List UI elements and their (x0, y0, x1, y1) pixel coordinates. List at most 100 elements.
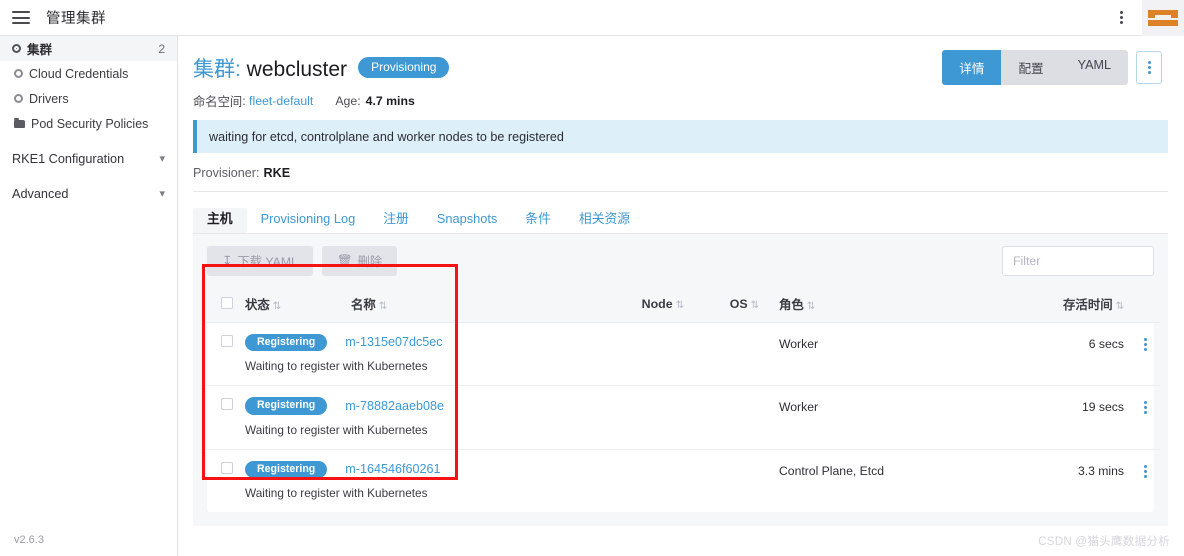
chevron-down-icon: ▾ (159, 153, 165, 165)
column-header-age[interactable]: 存活时间 ⇅ (990, 287, 1130, 323)
row-os-cell (690, 386, 765, 450)
header-kebab-menu-icon[interactable] (1136, 51, 1162, 84)
table-row[interactable]: Registering m-78882aaeb08e Waiting to re… (207, 386, 1160, 450)
search-input[interactable] (1002, 246, 1154, 276)
cluster-header: 集群: webcluster Provisioning 详情 配置 YAML (193, 50, 1162, 85)
table-body: Registering m-1315e07dc5ec Waiting to re… (207, 322, 1160, 512)
column-header-state[interactable]: 状态 ⇅ (239, 287, 345, 323)
circle-icon (14, 94, 23, 103)
column-header-name[interactable]: 名称 ⇅ (345, 287, 565, 323)
select-all-checkbox[interactable] (221, 296, 233, 309)
row-role-cell: Worker (779, 336, 819, 351)
sort-arrows-icon: ⇅ (750, 300, 759, 312)
tab-registration[interactable]: 注册 (369, 208, 423, 233)
sidebar-item-clusters[interactable]: 集群 2 (0, 36, 177, 61)
status-banner-text: waiting for etcd, controlplane and worke… (209, 129, 564, 144)
download-yaml-label: 下载 YAML (237, 255, 298, 269)
row-select-cell (207, 322, 239, 386)
sidebar-group-rke1-configuration[interactable]: RKE1 Configuration ▾ (0, 146, 177, 171)
machine-name-link[interactable]: m-78882aaeb08e (345, 399, 444, 413)
status-badge: Registering (245, 460, 328, 479)
select-all-header (207, 287, 239, 323)
delete-button[interactable]: 🗑 删除 (321, 246, 398, 276)
row-checkbox[interactable] (221, 334, 233, 347)
row-kebab-menu-icon[interactable] (1136, 450, 1154, 478)
column-header-node[interactable]: Node ⇅ (565, 287, 690, 323)
row-role-cell: Worker (779, 400, 819, 415)
row-actions-cell (1130, 386, 1160, 450)
table-header: 状态 ⇅ 名称 ⇅ Node ⇅ OS ⇅ 角色 ⇅ 存活时间 ⇅ (207, 287, 1160, 323)
tab-bar: 主机 Provisioning Log 注册 Snapshots 条件 相关资源 (193, 204, 1168, 234)
row-message: Waiting to register with Kubernetes (245, 486, 428, 501)
tab-snapshots[interactable]: Snapshots (423, 208, 511, 233)
tab-detail[interactable]: 详情 (942, 50, 1002, 85)
hamburger-icon[interactable] (12, 11, 30, 24)
sidebar-item-label: Pod Security Policies (31, 116, 149, 131)
sort-arrows-icon: ⇅ (675, 300, 684, 312)
status-badge: Provisioning (358, 57, 450, 78)
row-state-name-cell: Registering m-1315e07dc5ec Waiting to re… (239, 322, 565, 386)
cluster-meta: 命名空间: fleet-default Age: 4.7 mins (193, 94, 415, 109)
table-toolbar: ↧ 下载 YAML 🗑 删除 (207, 246, 1154, 276)
provisioner-value: RKE (263, 166, 291, 180)
row-kebab-menu-icon[interactable] (1136, 386, 1154, 415)
cluster-icon (12, 44, 21, 53)
cluster-title-prefix: 集群 (193, 57, 235, 81)
sidebar-item-label: 集群 (27, 43, 53, 57)
row-age-cell: 19 secs (1081, 400, 1124, 415)
page-title: 管理集群 (46, 11, 106, 27)
circle-icon (14, 69, 23, 78)
table-row[interactable]: Registering m-1315e07dc5ec Waiting to re… (207, 322, 1160, 386)
sidebar-item-drivers[interactable]: Drivers (0, 86, 177, 111)
column-header-os[interactable]: OS ⇅ (690, 287, 765, 323)
sidebar-item-cloud-credentials[interactable]: Cloud Credentials (0, 61, 177, 86)
sidebar-group-label: RKE1 Configuration (12, 151, 125, 166)
row-node-cell (565, 322, 690, 386)
row-select-cell (207, 386, 239, 450)
status-badge: Registering (245, 397, 328, 415)
status-badge: Registering (245, 333, 328, 352)
rancher-logo (1142, 0, 1184, 36)
download-yaml-button[interactable]: ↧ 下载 YAML (207, 246, 313, 276)
row-select-cell (207, 449, 239, 512)
age-value: 4.7 mins (365, 94, 415, 108)
namespace-link[interactable]: fleet-default (249, 94, 313, 108)
app-root: 管理集群 集群 2 Cloud Credentials Drivers Pod … (0, 0, 1184, 556)
row-node-cell (565, 386, 690, 450)
tab-hosts[interactable]: 主机 (193, 208, 247, 233)
tab-provisioning-log[interactable]: Provisioning Log (247, 208, 370, 233)
tab-related-resources[interactable]: 相关资源 (565, 208, 644, 233)
kebab-menu-icon[interactable] (1110, 7, 1132, 29)
hosts-table: 状态 ⇅ 名称 ⇅ Node ⇅ OS ⇅ 角色 ⇅ 存活时间 ⇅ Regist… (207, 287, 1160, 512)
row-checkbox[interactable] (221, 398, 233, 411)
row-state-name-cell: Registering m-164546f60261 Waiting to re… (239, 449, 565, 512)
hosts-table-card: 状态 ⇅ 名称 ⇅ Node ⇅ OS ⇅ 角色 ⇅ 存活时间 ⇅ Regist… (207, 287, 1160, 513)
table-row[interactable]: Registering m-164546f60261 Waiting to re… (207, 449, 1160, 512)
sidebar-item-count: 2 (158, 41, 165, 56)
row-checkbox[interactable] (221, 461, 233, 474)
row-actions-cell (1130, 322, 1160, 386)
machine-name-link[interactable]: m-1315e07dc5ec (345, 335, 442, 349)
sort-arrows-icon: ⇅ (1115, 301, 1124, 313)
trash-icon: 🗑 (336, 253, 353, 268)
row-actions-cell (1130, 449, 1160, 512)
machine-name-link[interactable]: m-164546f60261 (345, 462, 440, 476)
cluster-title: 集群: webcluster (193, 53, 347, 83)
tab-conditions[interactable]: 条件 (511, 208, 565, 233)
tab-yaml[interactable]: YAML (1060, 50, 1128, 85)
sort-arrows-icon: ⇅ (806, 301, 816, 313)
provisioner-row: Provisioner: RKE (193, 166, 1168, 192)
delete-label: 删除 (357, 255, 383, 269)
row-message: Waiting to register with Kubernetes (245, 359, 428, 374)
download-icon: ↧ (222, 254, 233, 268)
row-age-cell: 6 secs (1088, 336, 1124, 351)
view-toggle-group: 详情 配置 YAML (942, 50, 1128, 85)
row-kebab-menu-icon[interactable] (1136, 323, 1154, 351)
sidebar-group-label: Advanced (12, 186, 69, 201)
column-header-role[interactable]: 角色 ⇅ (765, 287, 990, 323)
tab-config[interactable]: 配置 (1001, 50, 1061, 85)
sort-arrows-icon: ⇅ (272, 301, 282, 313)
column-header-actions (1130, 287, 1160, 323)
sidebar-group-advanced[interactable]: Advanced ▾ (0, 181, 177, 206)
sidebar-item-pod-security-policies[interactable]: Pod Security Policies (0, 111, 177, 136)
